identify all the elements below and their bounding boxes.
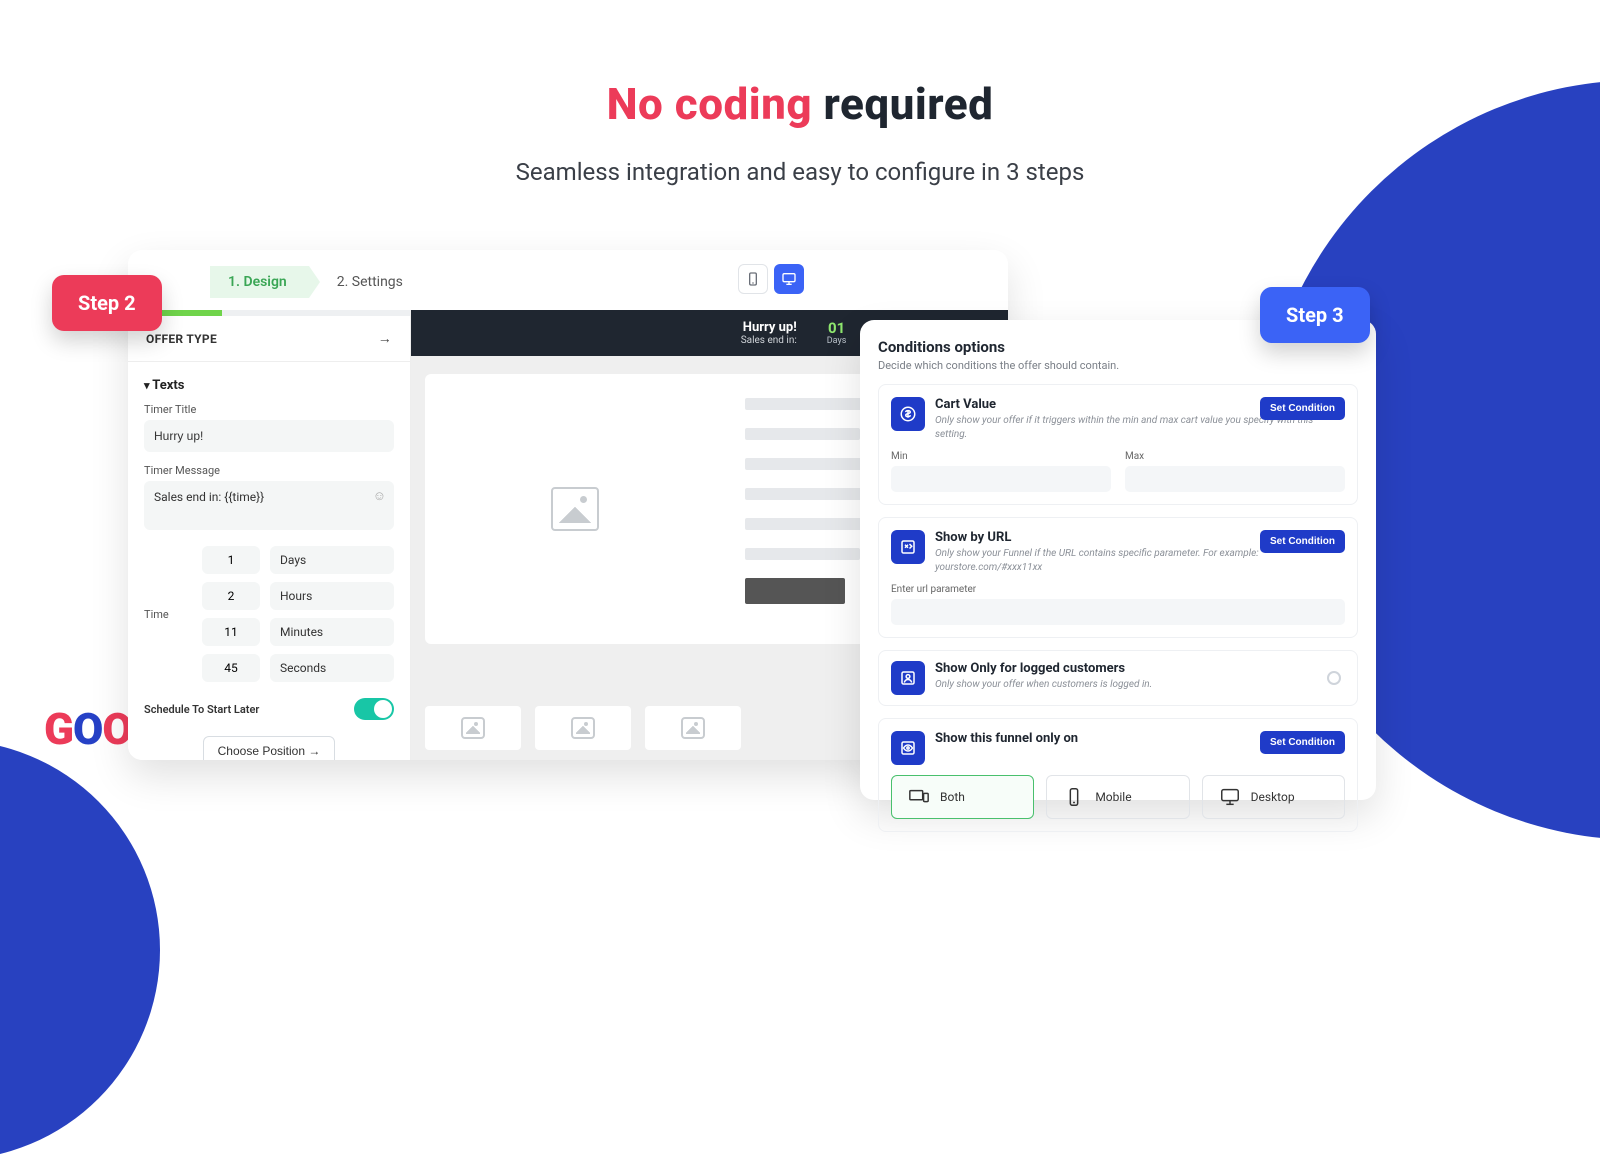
condition-cart-value: Set Condition Cart Value Only show your …	[878, 384, 1358, 505]
eye-icon	[891, 731, 925, 765]
label-time: Time	[144, 608, 192, 621]
hours-unit: Hours	[270, 582, 394, 610]
device-option-desktop[interactable]: Desktop	[1202, 775, 1345, 819]
hours-input[interactable]: 2	[202, 582, 260, 610]
seconds-unit: Seconds	[270, 654, 394, 682]
days-input[interactable]: 1	[202, 546, 260, 574]
label-timer-message: Timer Message	[144, 464, 394, 477]
breadcrumb-step-settings[interactable]: 2. Settings	[309, 266, 425, 298]
device-option-both[interactable]: Both	[891, 775, 1034, 819]
card-desc: Only show your offer when customers is l…	[935, 678, 1152, 692]
image-icon	[571, 717, 595, 739]
thumbnail[interactable]	[645, 706, 741, 750]
design-topbar: 1. Design 2. Settings	[128, 250, 1008, 310]
mobile-icon	[745, 271, 761, 287]
offer-type-row[interactable]: OFFER TYPE →	[128, 316, 410, 362]
title-rest: required	[812, 78, 993, 130]
timer-message-input[interactable]: Sales end in: {{time}}	[144, 481, 394, 530]
desktop-icon	[781, 271, 797, 287]
breadcrumb: 1. Design 2. Settings	[210, 266, 425, 298]
emoji-icon[interactable]: ☺	[373, 488, 386, 504]
condition-device: Set Condition Show this funnel only on B…	[878, 718, 1358, 832]
desktop-icon	[1219, 786, 1241, 808]
devices-icon	[908, 786, 930, 808]
set-condition-button[interactable]: Set Condition	[1260, 731, 1345, 754]
label-url-param: Enter url parameter	[891, 584, 1345, 595]
decorative-circle-left	[0, 740, 160, 1160]
max-input[interactable]	[1125, 466, 1345, 492]
viewport-mobile-button[interactable]	[738, 264, 768, 294]
label-min: Min	[891, 451, 1111, 462]
image-icon	[551, 487, 599, 531]
countdown-sub: Sales end in:	[741, 335, 797, 346]
minutes-unit: Minutes	[270, 618, 394, 646]
image-icon	[461, 717, 485, 739]
device-option-mobile[interactable]: Mobile	[1046, 775, 1189, 819]
min-input[interactable]	[891, 466, 1111, 492]
brand-logo: GOO	[44, 703, 132, 755]
image-icon	[681, 717, 705, 739]
set-condition-button[interactable]: Set Condition	[1260, 397, 1345, 420]
design-sidebar: OFFER TYPE → Texts Timer Title Timer Mes…	[128, 310, 411, 760]
page-title: No coding required	[0, 78, 1600, 130]
days-unit: Days	[270, 546, 394, 574]
thumbnail[interactable]	[535, 706, 631, 750]
dollar-icon	[891, 397, 925, 431]
minutes-input[interactable]: 11	[202, 618, 260, 646]
preview-thumbnails	[425, 706, 741, 750]
countdown-title: Hurry up!	[741, 320, 797, 335]
thumbnail[interactable]	[425, 706, 521, 750]
link-icon	[891, 530, 925, 564]
viewport-desktop-button[interactable]	[774, 264, 804, 294]
schedule-toggle[interactable]	[354, 698, 394, 720]
section-texts[interactable]: Texts	[144, 378, 394, 393]
user-icon	[891, 661, 925, 695]
step-badge-2: Step 2	[52, 275, 162, 331]
radio-unselected[interactable]	[1327, 671, 1341, 685]
seconds-input[interactable]: 45	[202, 654, 260, 682]
breadcrumb-step-design[interactable]: 1. Design	[210, 266, 309, 298]
set-condition-button[interactable]: Set Condition	[1260, 530, 1345, 553]
schedule-label: Schedule To Start Later	[144, 703, 259, 716]
timer-title-input[interactable]	[144, 420, 394, 452]
viewport-toggle	[738, 264, 804, 294]
page-heading: No coding required Seamless integration …	[0, 78, 1600, 186]
conditions-panel: Conditions options Decide which conditio…	[860, 320, 1376, 800]
label-timer-title: Timer Title	[144, 403, 394, 416]
card-title: Show Only for logged customers	[935, 661, 1152, 676]
card-title: Show this funnel only on	[935, 731, 1078, 746]
preview-button-placeholder	[745, 578, 845, 604]
chevron-right-icon: →	[378, 330, 392, 347]
count-days: 01	[827, 321, 847, 336]
condition-show-by-url: Set Condition Show by URL Only show your…	[878, 517, 1358, 638]
conditions-subtitle: Decide which conditions the offer should…	[878, 359, 1358, 372]
page-subtitle: Seamless integration and easy to configu…	[0, 158, 1600, 186]
url-parameter-input[interactable]	[891, 599, 1345, 625]
offer-type-label: OFFER TYPE	[146, 332, 217, 346]
image-placeholder	[425, 374, 725, 644]
step-badge-3: Step 3	[1260, 287, 1370, 343]
choose-position-button[interactable]: Choose Position →	[203, 736, 336, 760]
condition-logged-customers: Show Only for logged customers Only show…	[878, 650, 1358, 706]
label-max: Max	[1125, 451, 1345, 462]
title-accent: No coding	[607, 78, 813, 130]
mobile-icon	[1063, 786, 1085, 808]
progress-strip	[128, 310, 410, 316]
